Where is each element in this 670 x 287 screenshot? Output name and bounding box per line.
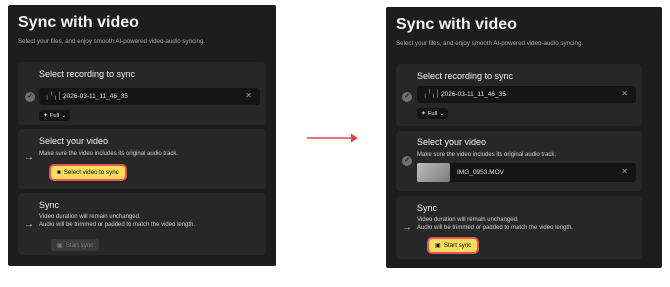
video-card: Select your video Make sure the video in… [396, 131, 642, 191]
video-file-field[interactable]: IMG_0953.MOV ✕ [417, 163, 636, 182]
start-sync-label: Start sync [443, 242, 472, 249]
chevron-down-icon: ⌄ [61, 112, 67, 119]
start-sync-button[interactable]: ▣ Start sync [429, 239, 478, 252]
arrow-right-icon: → [24, 219, 34, 230]
sync-line-2: Audio will be trimmed or padded to match… [417, 225, 574, 231]
clear-recording-icon[interactable]: ✕ [621, 89, 628, 98]
sync-line-1: Video duration will remain unchanged. [417, 217, 519, 223]
video-heading: Select your video [39, 136, 109, 146]
recording-file-name: 2026-03-11_11_46_35 [63, 93, 128, 100]
recording-file-field[interactable]: ╷╵╷│╷ 2026-03-11_11_46_35 ✕ [39, 88, 260, 105]
download-icon: ▣ [435, 242, 441, 249]
page-subtitle: Select your files, and enjoy smooth AI-p… [18, 38, 206, 45]
page-title: Sync with video [18, 14, 139, 31]
mode-dropdown[interactable]: ✦ Full ⌄ [39, 110, 71, 121]
recording-card: Select recording to sync ✓ ╷╵╷│╷ 2026-03… [18, 62, 266, 125]
select-video-button[interactable]: ■ Select video to sync [51, 166, 125, 179]
sparkle-icon: ✦ [421, 110, 426, 117]
recording-heading: Select recording to sync [417, 71, 514, 81]
page-subtitle: Select your files, and enjoy smooth AI-p… [396, 40, 584, 47]
recording-card: Select recording to sync ✓ ╷╵╷│╷ 2026-03… [396, 64, 642, 126]
select-video-label: Select video to sync [63, 169, 119, 176]
check-icon: ✓ [402, 92, 412, 102]
video-card: Select your video Make sure the video in… [18, 129, 266, 189]
arrow-right-icon: → [402, 222, 412, 233]
check-icon: ✓ [402, 156, 412, 166]
chevron-down-icon: ⌄ [439, 110, 445, 117]
sync-card: Sync Video duration will remain unchange… [396, 196, 642, 259]
download-icon: ▣ [57, 241, 63, 249]
transition-arrow-icon [307, 133, 358, 143]
video-thumbnail [417, 163, 450, 182]
mode-label: Full [427, 110, 438, 117]
start-sync-label: Start sync [65, 241, 94, 249]
clear-video-icon[interactable]: ✕ [621, 167, 628, 176]
sparkle-icon: ✦ [43, 112, 48, 119]
check-icon: ✓ [25, 92, 35, 102]
sync-heading: Sync [417, 203, 438, 213]
recording-file-field[interactable]: ╷╵╷│╷ 2026-03-11_11_46_35 ✕ [417, 86, 636, 103]
mode-dropdown[interactable]: ✦ Full ⌄ [417, 108, 449, 119]
recording-file-name: 2026-03-11_11_46_35 [441, 91, 506, 98]
sync-panel-after: Sync with video Select your files, and e… [386, 7, 662, 268]
video-description: Make sure the video includes its origina… [39, 151, 179, 157]
start-sync-button[interactable]: ▣ Start sync [51, 239, 100, 251]
sync-panel-before: Sync with video Select your files, and e… [8, 5, 276, 266]
video-file-name: IMG_0953.MOV [457, 169, 504, 176]
sync-line-2: Audio will be trimmed or padded to match… [39, 222, 196, 228]
arrow-right-icon: → [24, 152, 34, 163]
video-camera-icon: ■ [57, 169, 61, 176]
video-heading: Select your video [417, 137, 487, 147]
page-title: Sync with video [396, 16, 517, 33]
mode-label: Full [49, 112, 60, 119]
video-description: Make sure the video includes its origina… [417, 152, 557, 158]
sync-card: Sync Video duration will remain unchange… [18, 193, 266, 255]
recording-heading: Select recording to sync [39, 69, 136, 79]
sync-line-1: Video duration will remain unchanged. [39, 214, 141, 220]
clear-recording-icon[interactable]: ✕ [245, 91, 252, 100]
sync-heading: Sync [39, 200, 60, 210]
